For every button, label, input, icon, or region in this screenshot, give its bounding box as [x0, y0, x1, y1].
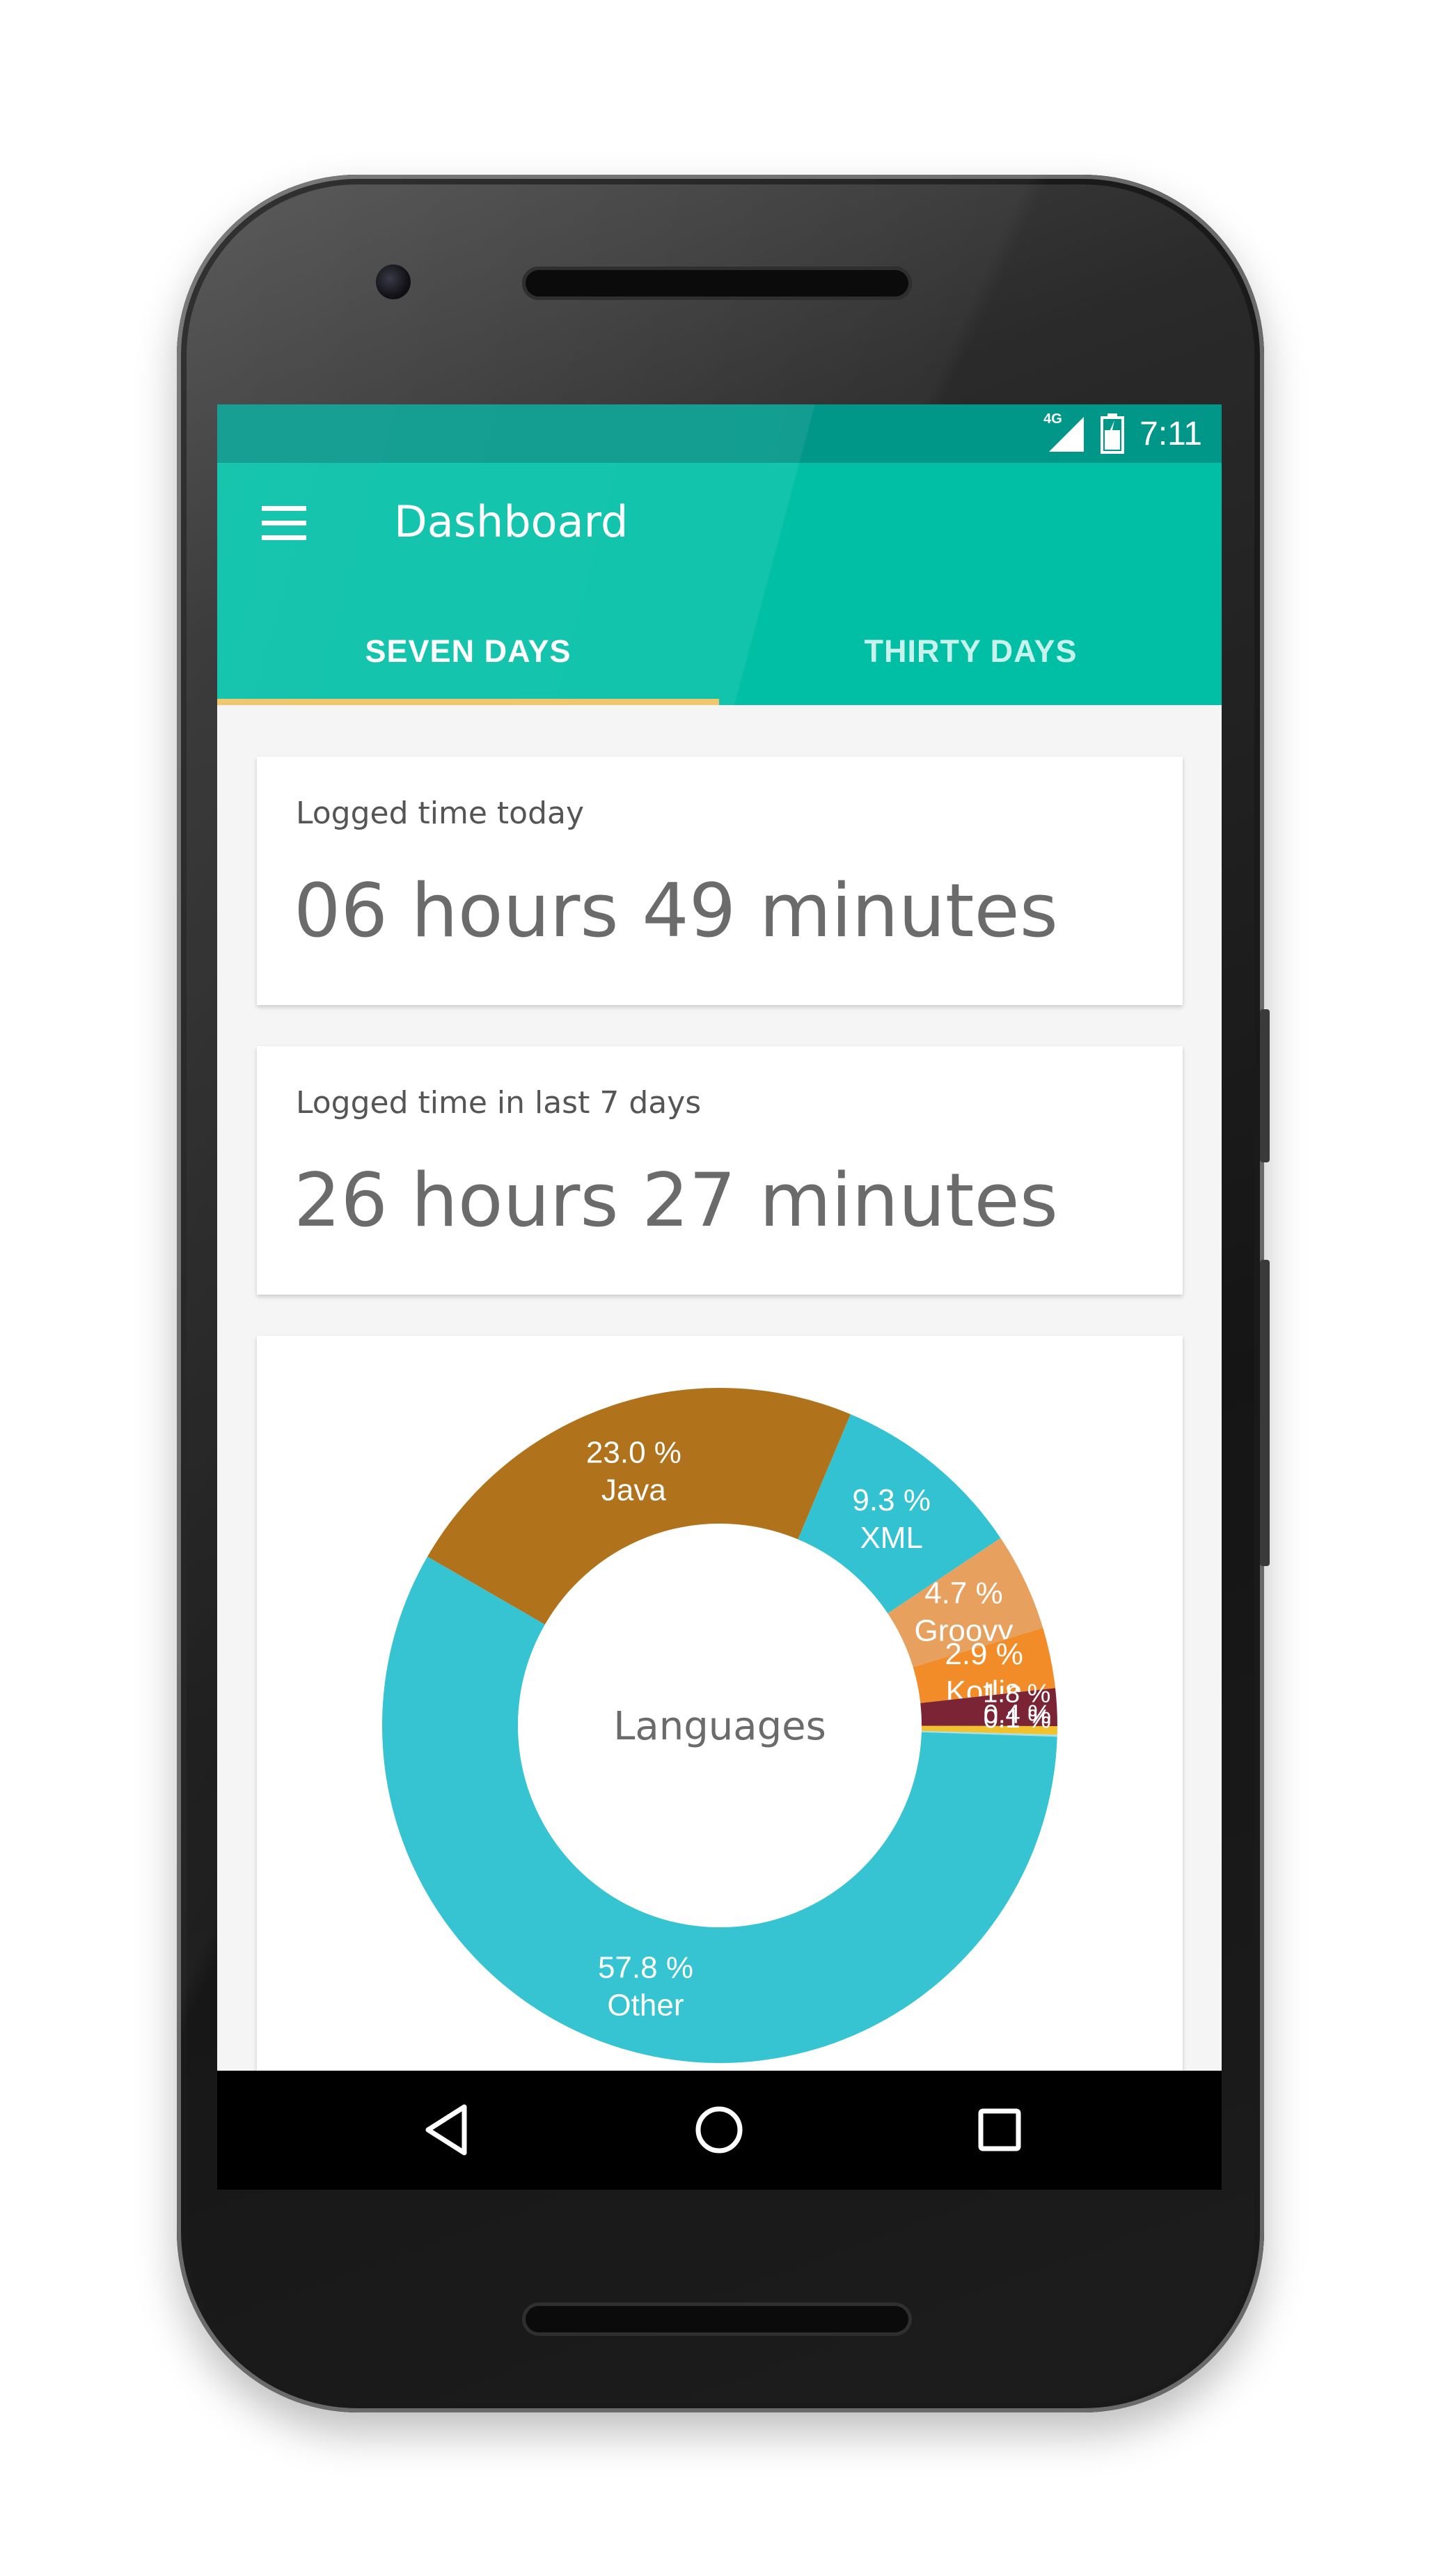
screen: 4G 7:11 Dashboard SEVEN DAYS THIRTY DAYS…: [217, 404, 1222, 2190]
card-logged-today: Logged time today 06 hours 49 minutes: [257, 757, 1183, 1005]
slice-percent-label: 23.0 %: [586, 1436, 681, 1470]
tab-thirty-days[interactable]: THIRTY DAYS: [720, 597, 1222, 705]
slice-percent-label: 4.7 %: [924, 1577, 1003, 1611]
back-icon[interactable]: [416, 2099, 478, 2161]
card-logged-week: Logged time in last 7 days 26 hours 27 m…: [257, 1046, 1183, 1295]
page-title: Dashboard: [394, 496, 629, 547]
slice-percent-label: 2.9 %: [945, 1637, 1023, 1671]
volume-button: [1260, 1260, 1270, 1566]
slice-percent-label: 0.1 %: [984, 1705, 1051, 1734]
chart-center-title: Languages: [613, 1704, 826, 1749]
recents-icon[interactable]: [968, 2099, 1031, 2161]
card-value: 06 hours 49 minutes: [294, 868, 1058, 954]
card-label: Logged time today: [296, 796, 585, 831]
home-icon[interactable]: [688, 2099, 750, 2161]
battery-icon: [1101, 413, 1125, 454]
navigation-bar: [217, 2071, 1222, 2190]
power-button: [1260, 1009, 1270, 1162]
front-camera: [376, 264, 411, 299]
tab-indicator: [217, 699, 719, 705]
signal-icon: 4G: [1043, 411, 1085, 453]
tab-seven-days[interactable]: SEVEN DAYS: [217, 597, 719, 705]
languages-donut-chart: 23.0 %Java 9.3 %XML4.7 %Groovy2.9 %Kotlin…: [381, 1388, 1078, 2063]
card-value: 26 hours 27 minutes: [294, 1157, 1058, 1243]
slice-percent-label: 57.8 %: [598, 1951, 693, 1985]
slice-percent-label: 9.3 %: [852, 1483, 931, 1517]
menu-icon[interactable]: [262, 506, 306, 541]
bottom-speaker: [522, 2302, 912, 2336]
top-speaker: [522, 267, 912, 300]
status-bar: 4G 7:11: [217, 404, 1222, 463]
card-languages-chart: 23.0 % Java 9.3 % XML 4.7 % Groovy 2.9 % Kotlin…: [257, 1336, 1183, 2115]
slice-category-label: Java: [601, 1473, 666, 1508]
tab-bar: SEVEN DAYS THIRTY DAYS: [217, 597, 1222, 705]
status-icons: 4G 7:11: [1043, 411, 1202, 456]
slice-category-label: Other: [607, 1989, 684, 2023]
app-bar: Dashboard: [217, 463, 1222, 597]
card-label: Logged time in last 7 days: [296, 1085, 702, 1121]
slice-category-label: XML: [860, 1521, 922, 1555]
status-time: 7:11: [1140, 415, 1202, 452]
